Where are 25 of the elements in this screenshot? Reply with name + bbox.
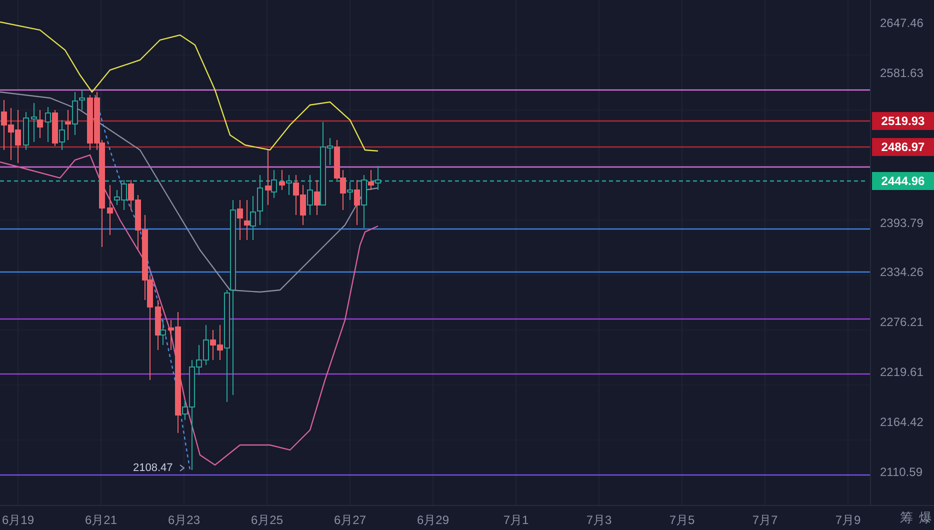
price-tick-label: 2219.61 — [880, 364, 924, 380]
date-tick-label: 6月25 — [250, 512, 284, 529]
price-tag: 2486.97 — [872, 138, 934, 156]
date-tick-label: 6月23 — [168, 512, 200, 529]
date-tick-label: 7月9 — [835, 512, 861, 529]
price-tick-label: 2276.21 — [880, 314, 924, 330]
date-tick-label: 7月5 — [669, 512, 695, 529]
date-tick-label: 6月27 — [334, 512, 366, 529]
date-tick-label: 6月29 — [416, 512, 450, 529]
price-tick-label: 2393.79 — [880, 214, 924, 231]
date-tick-label: 6月21 — [84, 512, 118, 529]
date-tick-label: 7月1 — [503, 512, 529, 529]
date-tick-label: 7月7 — [752, 512, 778, 529]
date-tick-label: 6月19 — [2, 512, 34, 529]
price-tick-label: 2110.59 — [880, 464, 922, 480]
price-tick-label: 2164.42 — [880, 414, 924, 430]
toolbar-button[interactable]: 筹 — [900, 509, 913, 527]
price-tick-label: 2334.26 — [880, 264, 924, 280]
price-tag: 2519.93 — [872, 112, 934, 130]
price-tick-label: 2581.63 — [880, 64, 924, 81]
low-price-label: 2108.47 — [133, 462, 173, 474]
price-tag: 2444.96 — [872, 172, 934, 190]
price-tick-label: 2647.46 — [880, 15, 924, 31]
date-tick-label: 7月3 — [586, 512, 612, 529]
toolbar-button[interactable]: 爆 — [919, 509, 932, 527]
